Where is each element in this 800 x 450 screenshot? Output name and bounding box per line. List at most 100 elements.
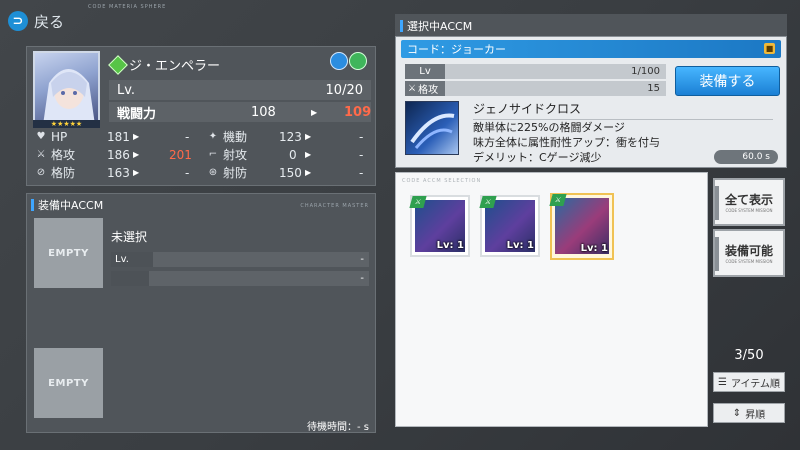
back-button[interactable]: ⊃ 戻る bbox=[0, 6, 90, 36]
skill-desc-2: 味方全体に属性耐性アップ：衝を付与 bbox=[473, 136, 660, 149]
guard-icon: ⊛ bbox=[208, 167, 218, 178]
character-name: ジ・エンペラー bbox=[129, 59, 221, 74]
stat-hp: ♥ HP 181 ▶ - bbox=[35, 128, 195, 145]
stat-new: - bbox=[359, 147, 364, 162]
order-button[interactable]: ⇕ 昇順 bbox=[713, 403, 785, 423]
heart-icon: ♥ bbox=[36, 131, 46, 142]
power-current: 108 bbox=[251, 104, 276, 120]
stat-value: 0 bbox=[289, 147, 297, 162]
lock-icon[interactable]: ■ bbox=[764, 43, 775, 54]
attribute-icon bbox=[108, 54, 128, 75]
stat-arrow: ▶ bbox=[305, 150, 312, 159]
order-label: 昇順 bbox=[745, 409, 766, 421]
skill-icon bbox=[405, 101, 459, 155]
power-new: 109 bbox=[344, 104, 372, 120]
stat-new: - bbox=[185, 165, 190, 180]
accm-card[interactable]: ⚔ Lv: 1 bbox=[479, 195, 540, 257]
accm-card-selected[interactable]: ⚔ Lv: 1 bbox=[549, 193, 614, 260]
power-row: 戦闘力 108 ▶ 109 bbox=[109, 102, 371, 122]
stat-label: 射攻 bbox=[223, 148, 248, 162]
accm-card[interactable]: ⚔ Lv: 1 bbox=[409, 195, 470, 257]
equipped-caption: CHARACTER MASTER bbox=[300, 203, 369, 209]
character-name-row: ジ・エンペラー bbox=[108, 54, 221, 75]
selected-accm-panel: コード：ジョーカー ■ Lv 1/100 ⚔ 格攻 15 装備する ジェノサイド… bbox=[395, 36, 787, 168]
power-arrow: ▶ bbox=[311, 107, 318, 117]
equipped-accm-panel: 装備中ACCM CHARACTER MASTER EMPTY 未選択 Lv. -… bbox=[26, 193, 376, 433]
empty-label: EMPTY bbox=[48, 377, 89, 389]
stat-new: - bbox=[185, 129, 190, 144]
accm-atk-label: 格攻 bbox=[418, 85, 439, 96]
stat-value: 186 bbox=[107, 147, 130, 162]
stat-arrow: ▶ bbox=[133, 150, 140, 159]
button-marker bbox=[715, 186, 719, 220]
equip-slot-1[interactable]: EMPTY bbox=[34, 218, 103, 288]
stat-value: 181 bbox=[107, 129, 130, 144]
stat-melee-attack: ⚔ 格攻 186 ▶ 201 bbox=[35, 146, 195, 163]
character-panel: ★★★★★ ジ・エンペラー Lv. 10/20 戦闘力 108 ▶ 109 ♥ … bbox=[26, 46, 376, 186]
level-value: 10/20 bbox=[325, 82, 363, 98]
code-name: コード：ジョーカー bbox=[407, 43, 506, 56]
accm-lv-value: 1/100 bbox=[445, 64, 666, 79]
equipped-title: 装備中ACCM bbox=[31, 197, 103, 213]
equip-button[interactable]: 装備する bbox=[675, 66, 780, 96]
card-level: Lv: 1 bbox=[506, 240, 534, 251]
sort-by-button[interactable]: ☰ アイテム順 bbox=[713, 372, 785, 392]
stat-label: 射防 bbox=[223, 166, 248, 180]
rarity-stars: ★★★★★ bbox=[33, 120, 100, 128]
character-portrait[interactable] bbox=[33, 51, 100, 123]
card-level: Lv: 1 bbox=[436, 240, 464, 251]
item-count: 3/50 bbox=[734, 347, 764, 363]
skill-desc-3: デメリット：Cゲージ減少 bbox=[473, 151, 602, 164]
list-caption: CODE ACCM SELECTION bbox=[402, 178, 482, 184]
sort-by-label: アイテム順 bbox=[730, 378, 780, 390]
button-marker bbox=[715, 237, 719, 271]
stat-melee-defense: ⊘ 格防 163 ▶ - bbox=[35, 164, 195, 181]
accm-attack-row: ⚔ 格攻 15 bbox=[405, 81, 666, 96]
portrait-art bbox=[43, 69, 95, 121]
title-accent-bar bbox=[400, 20, 403, 32]
gun-icon: ⌐ bbox=[208, 149, 218, 160]
accm-atk-value: 15 bbox=[445, 81, 666, 96]
back-arrow-icon: ⊃ bbox=[8, 11, 28, 31]
stat-ranged-attack: ⌐ 射攻 0 ▶ - bbox=[207, 146, 372, 163]
stat-arrow: ▶ bbox=[133, 168, 140, 177]
equippable-caption: CODE SYSTEM MISSION bbox=[725, 259, 773, 264]
stat-label: 機動 bbox=[223, 130, 248, 144]
header-caption: CODE MATERIA SPHERE bbox=[88, 4, 167, 10]
code-bar: コード：ジョーカー ■ bbox=[401, 40, 781, 58]
sort-icon: ☰ bbox=[718, 376, 727, 388]
accm-lv-label: Lv bbox=[405, 64, 445, 79]
stat-arrow: ▶ bbox=[305, 168, 312, 177]
equippable-label: 装備可能 bbox=[724, 244, 773, 258]
element-badge-icon bbox=[330, 52, 348, 70]
sword-icon: ⚔ bbox=[408, 83, 417, 94]
empty-label: EMPTY bbox=[48, 247, 89, 259]
equipped-title-text: 装備中ACCM bbox=[38, 199, 104, 212]
slot-1-level-row: Lv. - bbox=[111, 252, 369, 267]
stat-new: 201 bbox=[169, 147, 192, 162]
order-toggle-icon: ⇕ bbox=[732, 407, 742, 419]
slot-1-lv-value: - bbox=[360, 254, 364, 265]
sword-badge-icon bbox=[349, 52, 367, 70]
equip-slot-2[interactable]: EMPTY bbox=[34, 348, 103, 418]
equippable-filter-button[interactable]: 装備可能 CODE SYSTEM MISSION bbox=[713, 229, 785, 277]
stat-label: 格防 bbox=[51, 166, 76, 180]
slot-1-extra-row: - bbox=[111, 271, 369, 286]
accm-atk-label-wrap: ⚔ 格攻 bbox=[405, 81, 445, 96]
selected-title: 選択中ACCM bbox=[400, 18, 472, 34]
stat-value: 163 bbox=[107, 165, 130, 180]
stat-value: 123 bbox=[279, 129, 302, 144]
accm-list-panel: CODE ACCM SELECTION ⚔ Lv: 1 ⚔ Lv: 1 ⚔ Lv… bbox=[395, 172, 708, 427]
stat-arrow: ▶ bbox=[133, 132, 140, 141]
stat-new: - bbox=[359, 129, 364, 144]
show-all-button[interactable]: 全て表示 CODE SYSTEM MISSION bbox=[713, 178, 785, 226]
stat-arrow: ▶ bbox=[305, 132, 312, 141]
power-label: 戦闘力 bbox=[117, 106, 157, 122]
accm-level-row: Lv 1/100 bbox=[405, 64, 666, 79]
slot-1-lv-label: Lv. bbox=[111, 252, 153, 267]
slot-1-name: 未選択 bbox=[111, 230, 148, 244]
slot-1-extra-value: - bbox=[360, 273, 364, 284]
stat-ranged-defense: ⊛ 射防 150 ▶ - bbox=[207, 164, 372, 181]
sword-icon: ⚔ bbox=[36, 149, 46, 160]
show-all-caption: CODE SYSTEM MISSION bbox=[725, 208, 773, 213]
